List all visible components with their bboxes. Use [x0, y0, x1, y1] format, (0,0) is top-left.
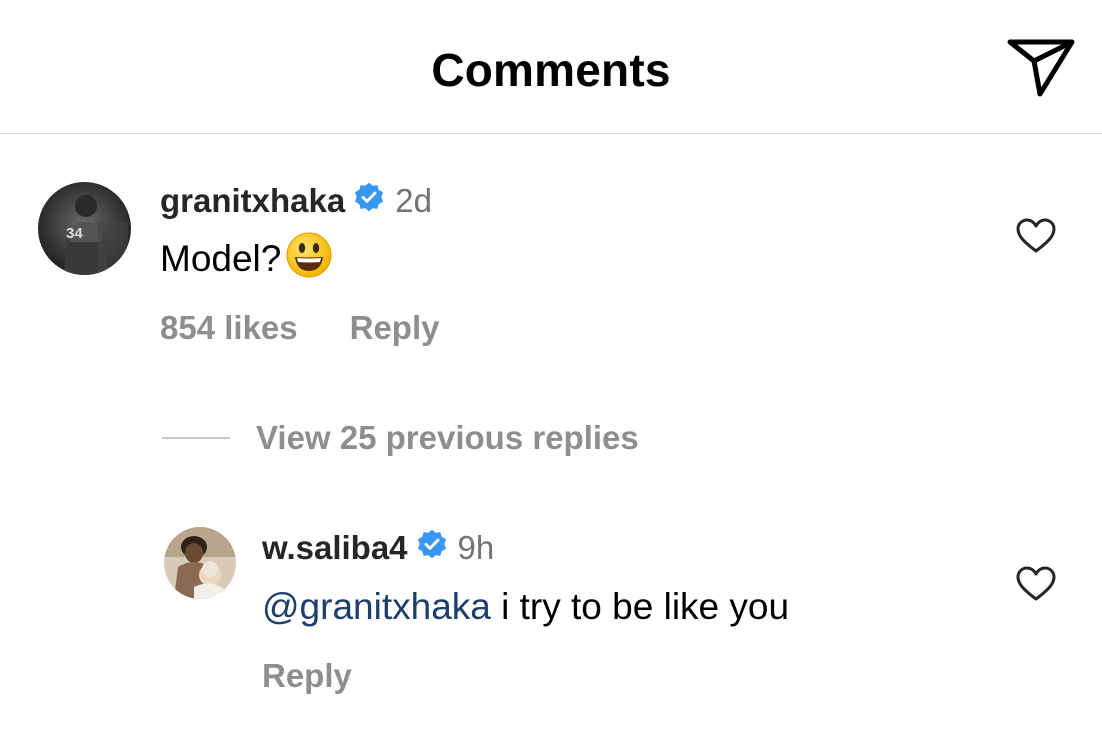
- reply-button[interactable]: Reply: [262, 656, 352, 696]
- comment-item: 34 granitxhaka 2d Model? 854 likes Reply: [0, 0, 1102, 360]
- reply-item: w.saliba4 9h @granitxhaka i try to be li…: [0, 500, 1102, 720]
- verified-badge-icon: [353, 181, 385, 221]
- reply-body: i try to be like you: [490, 586, 790, 627]
- reply-header: w.saliba4 9h: [262, 527, 494, 569]
- comment-time: 2d: [395, 182, 432, 219]
- reply-actions: Reply: [262, 656, 352, 696]
- mention-link[interactable]: @granitxhaka: [262, 586, 491, 628]
- avatar[interactable]: [164, 527, 236, 599]
- username[interactable]: w.saliba4: [262, 529, 408, 567]
- smiley-emoji-icon: [285, 231, 333, 288]
- reply-time: 9h: [457, 529, 495, 566]
- comment-text: Model?: [160, 232, 333, 284]
- heart-icon[interactable]: [1016, 566, 1056, 602]
- svg-text:34: 34: [66, 225, 83, 242]
- view-previous-replies-button[interactable]: View 25 previous replies: [162, 418, 639, 458]
- avatar[interactable]: 34: [38, 182, 131, 275]
- likes-count[interactable]: 854 likes: [160, 308, 298, 348]
- divider-line: [162, 437, 230, 439]
- comment-actions: 854 likes Reply: [160, 308, 440, 348]
- verified-badge-icon: [416, 528, 448, 568]
- username[interactable]: granitxhaka: [160, 182, 345, 220]
- reply-button[interactable]: Reply: [350, 308, 440, 348]
- reply-text: @granitxhaka i try to be like you: [262, 584, 789, 630]
- heart-icon[interactable]: [1016, 218, 1056, 254]
- view-replies-label: View 25 previous replies: [256, 419, 639, 456]
- comment-body: Model?: [160, 238, 282, 279]
- comment-header: granitxhaka 2d: [160, 180, 432, 222]
